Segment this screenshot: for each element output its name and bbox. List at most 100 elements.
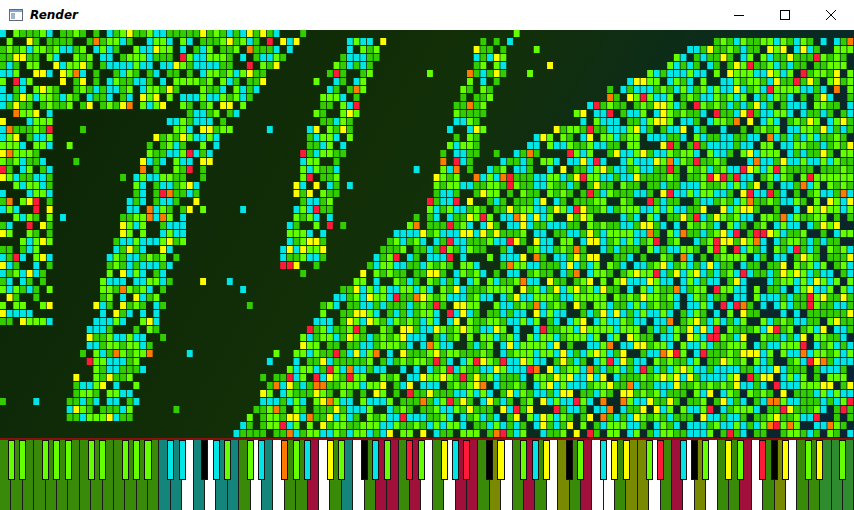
note (460, 246, 466, 253)
note (13, 182, 19, 189)
note (260, 70, 266, 77)
note (394, 278, 400, 285)
note (460, 86, 466, 93)
note (367, 366, 373, 373)
note (187, 134, 193, 141)
note (7, 94, 13, 101)
note (494, 310, 500, 317)
note (500, 166, 506, 173)
note (414, 214, 420, 221)
note (500, 310, 506, 317)
note (180, 142, 186, 149)
note (487, 70, 493, 77)
note (93, 390, 99, 397)
note (407, 262, 413, 269)
note (414, 358, 420, 365)
note (87, 398, 93, 405)
note (507, 318, 513, 325)
note (514, 342, 520, 349)
note (200, 126, 206, 133)
note (507, 238, 513, 245)
note (387, 414, 393, 421)
note (474, 350, 480, 357)
note (514, 262, 520, 269)
note (407, 302, 413, 309)
note (460, 214, 466, 221)
note (147, 238, 153, 245)
note (20, 174, 26, 181)
note (314, 166, 320, 173)
note (407, 422, 413, 429)
title-bar[interactable]: Render (0, 0, 854, 30)
note (454, 182, 460, 189)
note (320, 366, 326, 373)
note (507, 158, 513, 165)
note (507, 406, 513, 413)
note (487, 398, 493, 405)
note (300, 150, 306, 157)
note (474, 70, 480, 77)
note (347, 374, 353, 381)
close-button[interactable] (808, 0, 854, 30)
note (400, 334, 406, 341)
note (480, 126, 486, 133)
note (540, 214, 546, 221)
note (207, 150, 213, 157)
minimize-button[interactable] (716, 0, 762, 30)
note (287, 38, 293, 45)
note (447, 286, 453, 293)
note (467, 150, 473, 157)
note (347, 390, 353, 397)
note (207, 86, 213, 93)
note (507, 222, 513, 229)
note (167, 62, 173, 69)
note (447, 422, 453, 429)
note (187, 78, 193, 85)
note (414, 414, 420, 421)
note (307, 230, 313, 237)
note (380, 398, 386, 405)
note (13, 110, 19, 117)
note (354, 310, 360, 317)
note (494, 166, 500, 173)
note (147, 150, 153, 157)
note (474, 102, 480, 109)
note (340, 94, 346, 101)
note (480, 382, 486, 389)
note (294, 190, 300, 197)
note (147, 94, 153, 101)
maximize-button[interactable] (762, 0, 808, 30)
note (367, 334, 373, 341)
note (347, 334, 353, 341)
note (500, 198, 506, 205)
note (527, 294, 533, 301)
note (400, 414, 406, 421)
note (507, 246, 513, 253)
note (207, 54, 213, 61)
note (13, 126, 19, 133)
note (474, 326, 480, 333)
note (287, 422, 293, 429)
note (80, 350, 86, 357)
note (314, 238, 320, 245)
note (107, 294, 113, 301)
note (474, 382, 480, 389)
note (514, 310, 520, 317)
note (13, 94, 19, 101)
note (294, 366, 300, 373)
note (247, 430, 253, 437)
note (20, 302, 26, 309)
note (447, 238, 453, 245)
note (447, 382, 453, 389)
note (467, 430, 473, 437)
note (514, 278, 520, 285)
note (480, 102, 486, 109)
note (520, 374, 526, 381)
note (27, 182, 33, 189)
note (420, 246, 426, 253)
note (520, 190, 526, 197)
note (307, 334, 313, 341)
note (27, 270, 33, 277)
note (0, 230, 6, 237)
note (294, 222, 300, 229)
